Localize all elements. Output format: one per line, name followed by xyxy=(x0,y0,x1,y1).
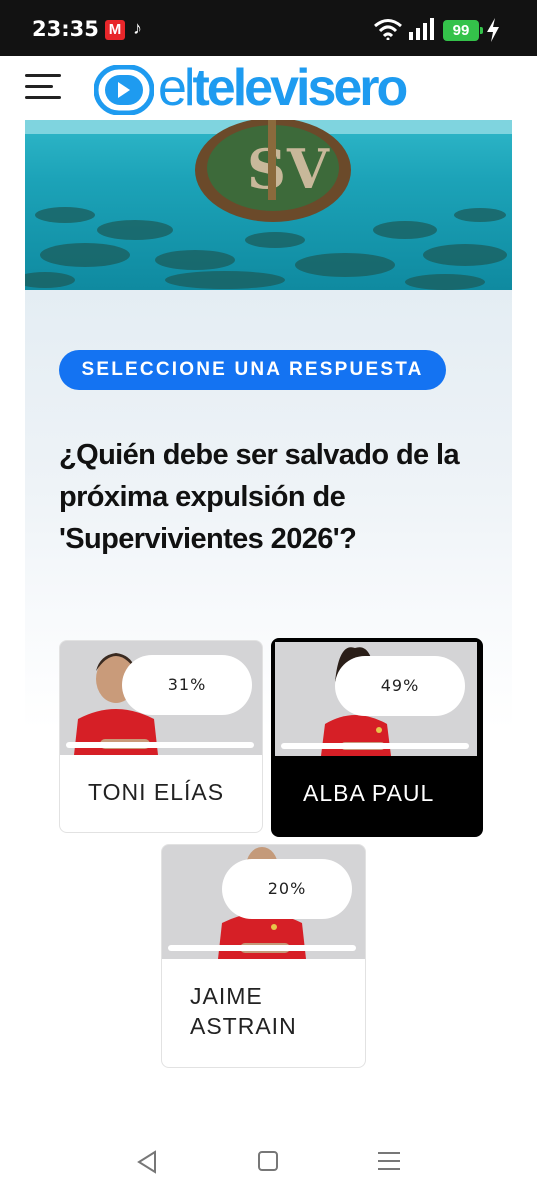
tiktok-notification-icon: ♪ xyxy=(133,18,142,38)
poll-option-jaime-astrain[interactable]: 20% JAIME ASTRAIN xyxy=(161,844,366,1068)
poll-option-alba-paul[interactable]: 49% ALBA PAUL xyxy=(271,638,483,837)
svg-text:V: V xyxy=(286,137,330,201)
play-logo-icon xyxy=(94,65,154,115)
back-icon[interactable] xyxy=(136,1150,158,1174)
battery-indicator: 99 xyxy=(443,20,483,41)
wifi-icon xyxy=(374,19,402,40)
poll-option-toni-elias[interactable]: 31% TONI ELÍAS xyxy=(59,640,263,833)
vote-bar xyxy=(66,742,254,748)
contestant-name: TONI ELÍAS xyxy=(88,779,225,805)
vote-bar xyxy=(281,743,469,749)
site-logo[interactable]: eltelevisero xyxy=(0,56,537,120)
charging-icon xyxy=(487,18,499,42)
recent-apps-icon[interactable] xyxy=(377,1150,401,1172)
contestant-name: ALBA PAUL xyxy=(303,780,435,806)
svg-text:S: S xyxy=(247,137,286,201)
system-navigation-bar xyxy=(0,1130,537,1199)
vote-percentage: 31% xyxy=(122,655,252,715)
logo-prefix: el xyxy=(158,59,196,117)
home-icon[interactable] xyxy=(258,1151,278,1171)
signal-icon xyxy=(409,18,434,40)
site-header: eltelevisero xyxy=(0,56,537,120)
vote-percentage: 49% xyxy=(335,656,465,716)
vote-bar xyxy=(168,945,356,951)
marca-notification-icon: M xyxy=(105,20,125,40)
select-answer-badge: SELECCIONE UNA RESPUESTA xyxy=(59,350,446,390)
status-bar: 23:35 M ♪ 99 xyxy=(0,0,537,56)
logo-main: televisero xyxy=(192,59,408,117)
vote-percentage: 20% xyxy=(222,859,352,919)
contestant-name: JAIME ASTRAIN xyxy=(190,983,297,1039)
clock: 23:35 xyxy=(32,17,99,41)
hero-image: S V xyxy=(25,120,512,290)
poll-question: ¿Quién debe ser salvado de la próxima ex… xyxy=(59,439,460,555)
